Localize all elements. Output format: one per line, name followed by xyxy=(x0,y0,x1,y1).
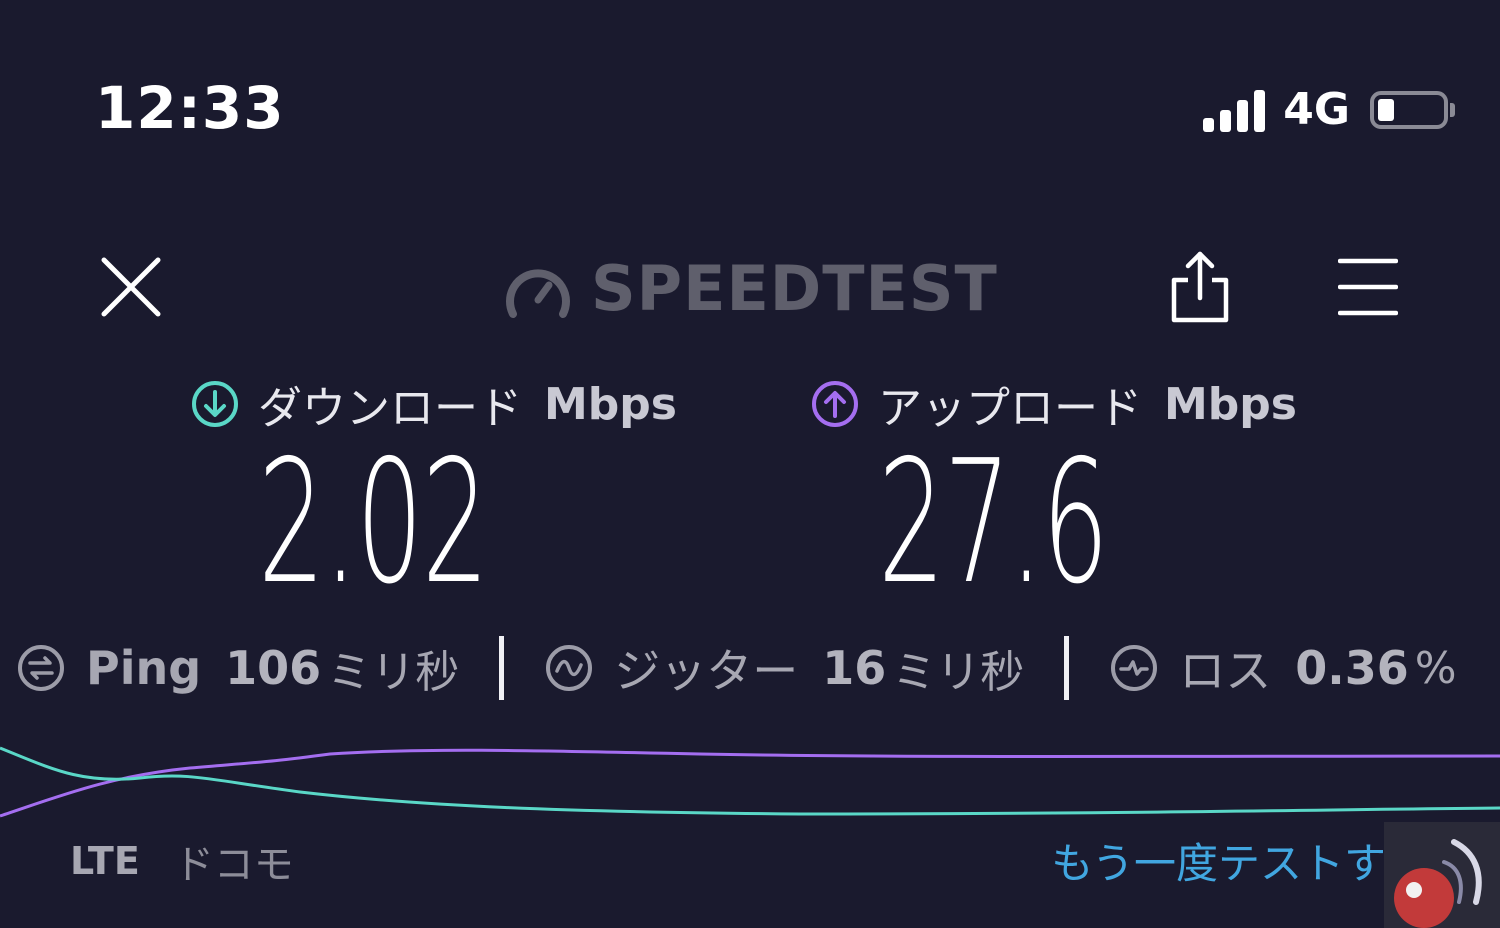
speedometer-icon xyxy=(506,268,570,318)
jitter-value: 16 xyxy=(822,641,887,695)
carrier-technology: LTE xyxy=(70,839,140,883)
ping-unit: ミリ秒 xyxy=(327,647,460,698)
download-line xyxy=(0,746,1500,816)
ping-icon xyxy=(18,645,64,691)
jitter-stat: ジッター 16 ミリ秒 xyxy=(544,635,1024,701)
divider xyxy=(1064,636,1070,700)
stamp-icon xyxy=(1394,839,1482,928)
ping-label: Ping xyxy=(86,641,202,695)
stats-row: Ping 106 ミリ秒 ジッター 16 ミリ秒 ロス 0.36 % xyxy=(16,635,1457,701)
loss-label: ロス xyxy=(1179,644,1272,698)
battery-cap xyxy=(1450,102,1455,117)
watermark-stamp xyxy=(1384,822,1500,928)
ping-stat: Ping 106 ミリ秒 xyxy=(16,636,459,700)
menu-icon[interactable] xyxy=(1338,256,1398,318)
signal-strength-icon xyxy=(1203,88,1266,132)
download-arrow-icon xyxy=(192,381,238,427)
network-type: 4G xyxy=(1283,84,1350,135)
loss-unit: % xyxy=(1414,642,1457,694)
jitter-unit: ミリ秒 xyxy=(892,647,1025,698)
upload-line xyxy=(0,748,1500,818)
ping-value: 106 xyxy=(225,641,322,695)
upload-unit: Mbps xyxy=(1164,378,1297,430)
jitter-icon xyxy=(546,645,593,691)
download-unit: Mbps xyxy=(544,378,677,430)
upload-value: 27.6 xyxy=(878,424,1109,622)
logo-text: SPEEDTEST xyxy=(591,252,998,325)
battery-icon xyxy=(1370,90,1448,129)
loss-value: 0.36 xyxy=(1295,641,1409,695)
status-indicators: 4G xyxy=(1203,84,1455,135)
jitter-label: ジッター xyxy=(614,644,799,698)
speedtest-logo: SPEEDTEST xyxy=(503,252,998,325)
download-value: 2.02 xyxy=(258,424,489,622)
carrier-name: ドコモ xyxy=(173,842,294,888)
carrier-info: LTE ドコモ xyxy=(70,832,294,890)
divider xyxy=(499,636,505,700)
upload-arrow-icon xyxy=(812,381,858,427)
close-icon[interactable] xyxy=(100,256,162,318)
speed-graph xyxy=(0,746,1500,818)
loss-icon xyxy=(1111,645,1158,691)
status-time: 12:33 xyxy=(95,74,285,142)
loss-stat: ロス 0.36 % xyxy=(1109,635,1457,701)
share-icon[interactable] xyxy=(1170,250,1230,324)
retry-test-link[interactable]: もう一度テストする xyxy=(1051,830,1428,891)
